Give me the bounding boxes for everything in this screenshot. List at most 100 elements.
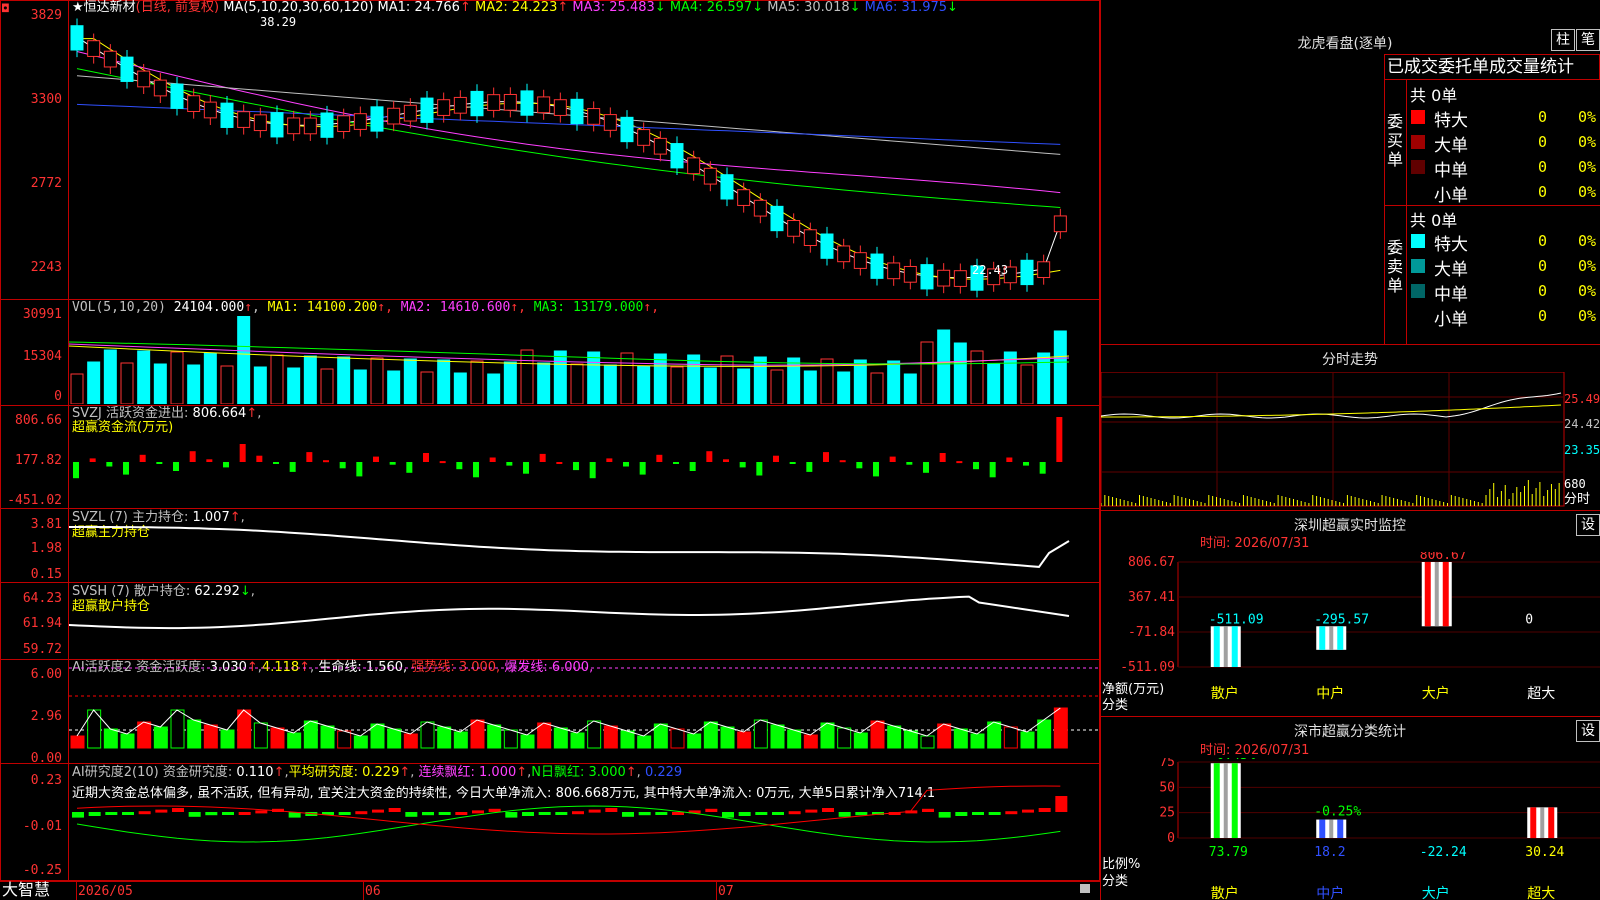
research-bar: [1055, 796, 1068, 812]
ai-research-chart[interactable]: [69, 764, 1099, 880]
y-tick: 6.00: [30, 667, 62, 682]
volume-chart[interactable]: [69, 316, 1099, 404]
volume-bar: [1037, 352, 1051, 404]
activity-bar: [987, 721, 1002, 749]
bar-highlight: [1231, 626, 1238, 667]
sz-monitor-bar-chart[interactable]: 806.67 367.41 -71.84 -511.09 -511.09 散户 -295.5…: [1101, 552, 1600, 716]
y-tick: 0.00: [30, 751, 62, 766]
research-bar: [138, 811, 151, 815]
y-tick: 1.98: [30, 541, 62, 556]
order-row-count: 0: [1538, 133, 1548, 151]
order-color-swatch: [1411, 160, 1425, 174]
candle-body: [187, 95, 201, 112]
research-bar: [438, 812, 451, 815]
intraday-chart[interactable]: [1101, 372, 1565, 508]
candle-body: [137, 70, 151, 88]
order-row-count: 0: [1538, 158, 1548, 176]
tick-mode-button[interactable]: 笔: [1576, 29, 1600, 51]
order-row-pct: 0%: [1578, 307, 1597, 325]
candle-body: [153, 79, 167, 97]
volume-bar: [703, 367, 717, 404]
activity-bar: [653, 723, 668, 749]
y-tick: 2243: [30, 260, 62, 275]
candle-body: [853, 252, 867, 269]
y-tick: 2.96: [30, 709, 62, 724]
volume-bar: [187, 364, 201, 404]
bar-category-label: 超大: [1527, 686, 1555, 702]
candle-body: [653, 137, 667, 155]
candle-body: [820, 233, 834, 259]
candlestick-chart[interactable]: [69, 16, 1099, 298]
lhb-title: 龙虎看盘(逐单): [1297, 36, 1393, 52]
candle-body: [1020, 259, 1034, 286]
volume-bar: [1053, 330, 1067, 404]
volume-bar: [970, 350, 984, 404]
fund-flow-bar: [406, 462, 413, 473]
activity-bar: [603, 725, 618, 749]
fund-flow-bar: [673, 462, 679, 464]
bar-highlight: [1319, 819, 1326, 838]
research-bar: [922, 808, 934, 812]
svsh-chart[interactable]: [69, 583, 1099, 659]
volume-bar: [853, 359, 867, 404]
volume-bar: [337, 356, 351, 404]
sz-stat-bar-chart[interactable]: 75 50 25 0 73.79 -0.43% 散户 18.2 -0.25% 中户 -22.24 大户…: [1101, 758, 1600, 900]
research-bar: [222, 812, 234, 815]
activity-bar: [203, 724, 218, 749]
volume-bar: [370, 357, 384, 404]
svzl-chart[interactable]: [69, 509, 1099, 582]
retail-position-line: [69, 595, 1070, 630]
activity-bar: [720, 726, 735, 749]
volume-bar: [270, 354, 284, 404]
tab-volume[interactable]: 成交量: [1489, 55, 1540, 79]
research-bar: [255, 810, 268, 814]
volume-bar: [87, 361, 101, 404]
buy-side-label: 委买单: [1387, 112, 1404, 169]
fund-flow-bar: [589, 462, 596, 479]
order-color-swatch: [1411, 284, 1425, 298]
candle-body: [387, 107, 401, 125]
fund-flow-bar: [1039, 462, 1046, 474]
chart-y-tick: 806.67: [1128, 555, 1175, 570]
volume-bar: [937, 329, 951, 404]
candle-body: [903, 265, 917, 283]
sz-monitor-time: 时间: 2026/07/31: [1200, 536, 1310, 551]
volume-bar: [720, 355, 734, 404]
fund-flow-bar: [1023, 462, 1029, 466]
fund-flow-bar: [889, 456, 896, 462]
fund-flow-bar: [206, 459, 213, 462]
volume-bar: [420, 371, 434, 404]
bar-pct-label: -0.43%: [1209, 758, 1256, 763]
fund-flow-bar: [989, 462, 996, 478]
lhb-tabs: 已成交 委托单 成交量 统计: [1384, 54, 1600, 80]
svzj-chart[interactable]: [69, 406, 1099, 508]
volume-bar: [570, 363, 584, 404]
fund-flow-bar: [973, 462, 979, 470]
volume-bar: [303, 355, 317, 404]
bar-highlight: [1231, 763, 1238, 838]
volume-bar: [837, 371, 851, 404]
fund-flow-bar: [373, 456, 379, 462]
vol-ma-legend-item: MA3: 13179.000↑,: [525, 300, 660, 315]
fund-flow-bar: [256, 455, 263, 462]
tab-orders[interactable]: 委托单: [1438, 55, 1489, 79]
tab-executed[interactable]: 已成交: [1385, 55, 1438, 79]
lock-icon[interactable]: [1080, 884, 1090, 893]
fund-flow-bar: [656, 454, 663, 462]
activity-bar: [1037, 719, 1052, 749]
activity-bar: [1003, 726, 1018, 749]
volume-bar: [353, 369, 367, 404]
bar-mode-button[interactable]: 柱: [1551, 29, 1575, 51]
bar-category-label: 中户: [1316, 885, 1344, 900]
bar-value-label: 806.67: [1420, 552, 1467, 563]
sz-stat-settings-button[interactable]: 设: [1576, 720, 1600, 742]
bar-category-label: 散户: [1211, 885, 1239, 900]
tab-stats[interactable]: 统计: [1540, 55, 1574, 79]
chart-y-tick: -71.84: [1128, 625, 1175, 640]
bar-group: [1421, 562, 1452, 627]
ai-activity-chart[interactable]: [69, 660, 1099, 763]
sz-monitor-settings-button[interactable]: 设: [1576, 514, 1600, 536]
stock-name: 恒达新材: [83, 0, 136, 15]
fund-flow-bar: [839, 460, 846, 463]
star-icon[interactable]: ★: [72, 0, 84, 15]
